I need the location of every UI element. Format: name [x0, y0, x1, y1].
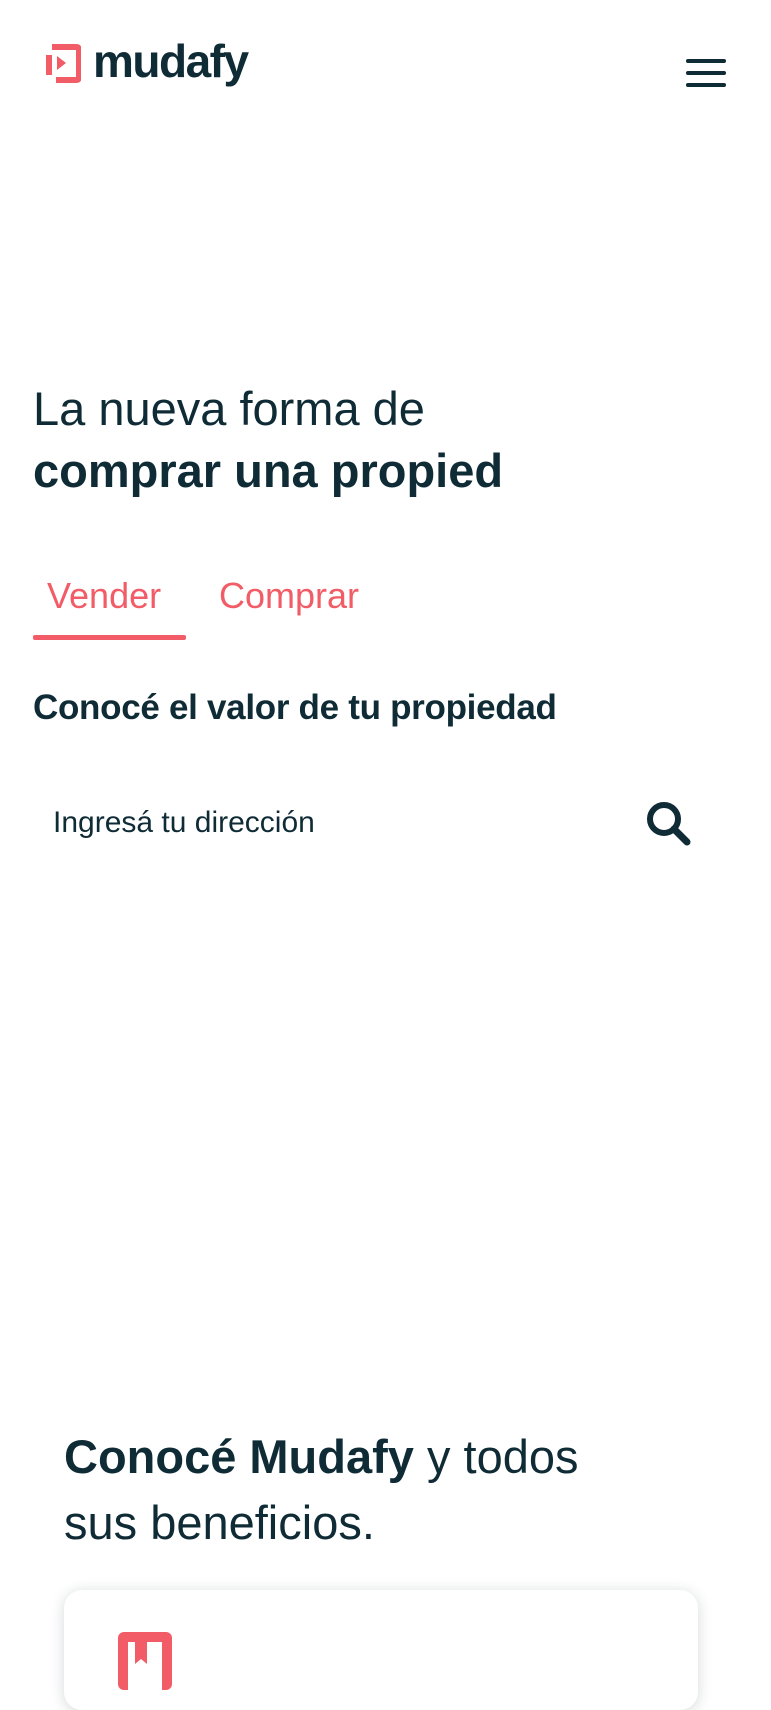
benefits-title-rest: y todos [413, 1430, 579, 1483]
bookmark-book-icon [118, 1632, 172, 1690]
address-search-input[interactable] [33, 790, 613, 856]
benefits-title: Conocé Mudafy y todos sus beneficios. [64, 1424, 579, 1556]
operation-tabs: Vender Comprar [33, 568, 433, 642]
brand-logo[interactable]: mudafy [44, 35, 249, 87]
hamburger-menu-icon[interactable] [686, 59, 726, 87]
benefits-title-line2: sus beneficios. [64, 1496, 375, 1549]
search-icon[interactable] [643, 798, 695, 850]
tab-comprar[interactable]: Comprar [219, 568, 359, 624]
address-search [33, 790, 703, 856]
benefit-card[interactable] [64, 1590, 698, 1710]
brand-name: mudafy [93, 35, 249, 87]
hero-title-line2: comprar una propied [33, 444, 504, 497]
active-tab-indicator [33, 635, 186, 640]
hero-title-line1: La nueva forma de [33, 382, 425, 435]
benefits-title-bold: Conocé Mudafy [64, 1430, 414, 1483]
hero-title: La nueva forma de comprar una propied [33, 378, 503, 502]
tab-vender[interactable]: Vender [47, 568, 161, 624]
valuation-subtitle: Conocé el valor de tu propiedad [33, 688, 557, 727]
mudafy-logo-mark-icon [46, 43, 81, 83]
